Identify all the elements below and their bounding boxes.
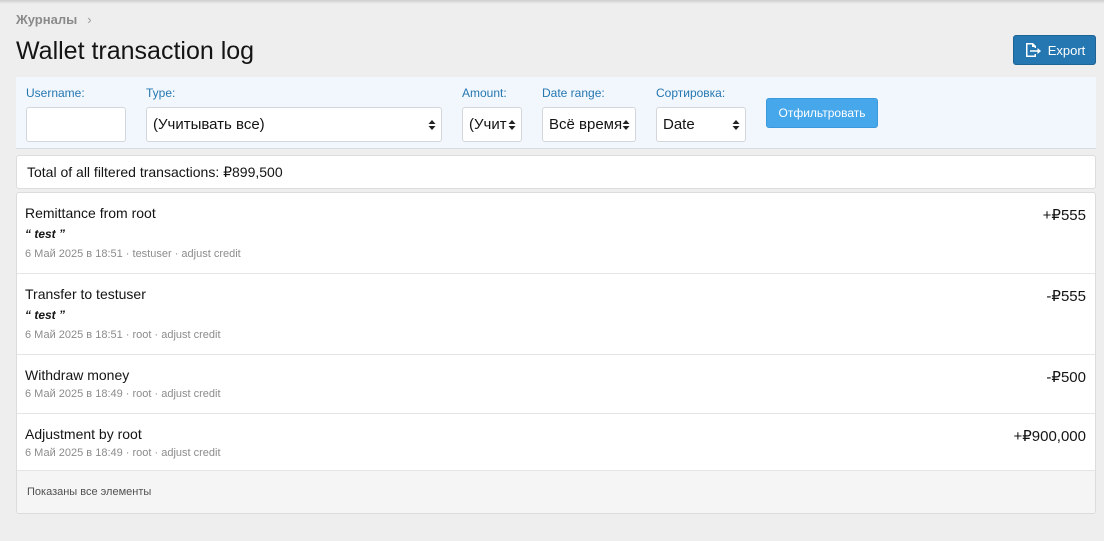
transaction-list: Remittance from root “ test ” 6 Май 2025… xyxy=(16,192,1096,514)
transaction-row[interactable]: Adjustment by root 6 Май 2025 в 18:49 · … xyxy=(17,414,1095,471)
select-arrows-icon xyxy=(732,120,740,130)
transaction-meta: 6 Май 2025 в 18:51 · testuser · adjust c… xyxy=(25,248,241,260)
select-arrows-icon xyxy=(622,120,630,130)
transaction-title: Withdraw money xyxy=(25,367,130,383)
transaction-row[interactable]: Remittance from root “ test ” 6 Май 2025… xyxy=(17,193,1095,274)
username-label: Username: xyxy=(26,86,85,100)
transaction-meta: 6 Май 2025 в 18:51 · root · adjust credi… xyxy=(25,329,221,341)
sort-select-value: Date xyxy=(663,116,695,133)
breadcrumb: Журналы › xyxy=(16,12,92,27)
transaction-amount: +₽555 xyxy=(1042,207,1086,224)
total-text: Total of all filtered transactions: ₽899… xyxy=(27,163,283,180)
total-summary: Total of all filtered transactions: ₽899… xyxy=(16,155,1096,189)
filter-bar: Username: Type: (Учитывать все) Amount: … xyxy=(16,77,1096,149)
username-input[interactable] xyxy=(26,107,126,142)
export-button[interactable]: Export xyxy=(1013,35,1096,65)
date-range-select[interactable]: Всё время xyxy=(542,107,636,142)
select-arrows-icon xyxy=(428,120,436,130)
transaction-title: Adjustment by root xyxy=(25,426,142,442)
list-footer-text: Показаны все элементы xyxy=(27,486,152,498)
type-label: Type: xyxy=(146,86,176,100)
transaction-meta: 6 Май 2025 в 18:49 · root · adjust credi… xyxy=(25,388,221,400)
sort-label: Сортировка: xyxy=(656,86,726,100)
transaction-row[interactable]: Withdraw money 6 Май 2025 в 18:49 · root… xyxy=(17,355,1095,414)
amount-label: Amount: xyxy=(462,86,507,100)
type-select[interactable]: (Учитывать все) xyxy=(146,107,442,142)
transaction-amount: -₽555 xyxy=(1046,288,1086,305)
type-select-value: (Учитывать все) xyxy=(153,116,265,133)
breadcrumb-chevron-icon: › xyxy=(87,12,92,27)
transaction-meta: 6 Май 2025 в 18:49 · root · adjust credi… xyxy=(25,447,221,459)
transaction-amount: +₽900,000 xyxy=(1013,428,1086,445)
sort-select[interactable]: Date xyxy=(656,107,746,142)
date-range-select-value: Всё время xyxy=(549,116,623,133)
top-shadow xyxy=(0,0,1104,4)
page-title: Wallet transaction log xyxy=(16,37,255,65)
breadcrumb-link-journals[interactable]: Журналы xyxy=(16,12,77,27)
transaction-note: “ test ” xyxy=(25,227,66,241)
transaction-title: Transfer to testuser xyxy=(25,286,146,302)
transaction-row[interactable]: Transfer to testuser “ test ” 6 Май 2025… xyxy=(17,274,1095,355)
date-range-label: Date range: xyxy=(542,86,605,100)
export-label: Export xyxy=(1047,42,1086,58)
transaction-title: Remittance from root xyxy=(25,205,156,221)
list-footer: Показаны все элементы xyxy=(17,471,1095,513)
filter-submit-button[interactable]: Отфильтровать xyxy=(766,98,878,128)
select-arrows-icon xyxy=(508,120,516,130)
amount-select-value: (Учит xyxy=(469,116,507,133)
transaction-note: “ test ” xyxy=(25,308,66,322)
export-icon xyxy=(1024,42,1042,58)
transaction-amount: -₽500 xyxy=(1046,369,1086,386)
amount-select[interactable]: (Учит xyxy=(462,107,522,142)
